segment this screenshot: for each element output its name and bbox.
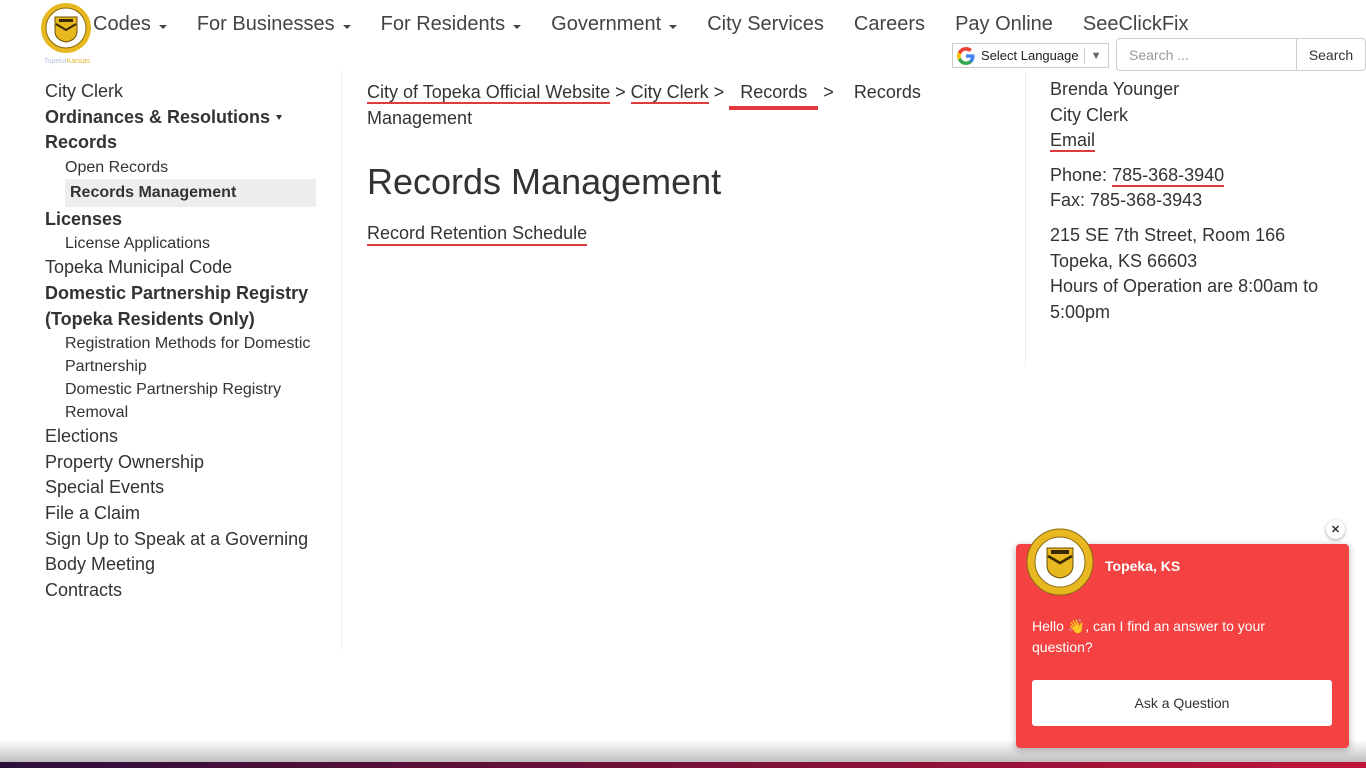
nav-government[interactable]: Government: [551, 13, 678, 36]
language-label: Select Language: [981, 48, 1079, 63]
caret-down-icon: [669, 24, 678, 29]
caret-down-icon: [513, 24, 522, 29]
sidebar-nav: City Clerk Ordinances & Resolutions Reco…: [45, 79, 320, 603]
breadcrumb-city-clerk[interactable]: City Clerk: [630, 82, 709, 104]
ask-a-question-button[interactable]: Ask a Question: [1032, 680, 1332, 726]
caret-down-icon: [158, 24, 167, 29]
main-nav: Codes For Businesses For Residents Gover…: [93, 13, 1218, 36]
sidebar-item-ordinances-resolutions[interactable]: Ordinances & Resolutions: [45, 105, 320, 131]
hours-of-operation: Hours of Operation are 8:00am to 5:00pm: [1050, 276, 1319, 322]
fax-number: 785-368-3943: [1090, 190, 1203, 211]
contact-divider: [1025, 70, 1026, 366]
page-title: Records Management: [367, 161, 722, 202]
search-form: Search: [1116, 38, 1366, 71]
sidebar-item-contracts[interactable]: Contracts: [45, 578, 320, 604]
phone-label: Phone:: [1050, 164, 1108, 185]
sidebar-divider: [341, 70, 342, 650]
nav-seeclickfix[interactable]: SeeClickFix: [1083, 13, 1189, 36]
contact-role: City Clerk: [1050, 104, 1129, 125]
chat-avatar-seal-icon: [1026, 528, 1094, 596]
chat-widget: Topeka, KS Hello 👋, can I find an answer…: [1016, 528, 1349, 748]
chat-close-icon[interactable]: ✕: [1326, 520, 1345, 539]
sidebar-item-sign-up-to-speak[interactable]: Sign Up to Speak at a Governing Body Mee…: [45, 527, 320, 578]
search-input[interactable]: [1117, 39, 1296, 70]
breadcrumb-separator: >: [823, 82, 834, 102]
sidebar-item-elections[interactable]: Elections: [45, 424, 320, 450]
sidebar-item-property-ownership[interactable]: Property Ownership: [45, 450, 320, 476]
sidebar-item-city-clerk[interactable]: City Clerk: [45, 79, 320, 105]
address-line1: 215 SE 7th Street, Room 166: [1050, 224, 1286, 245]
logo-caption: TopekaKansas: [44, 58, 90, 65]
divider: [1083, 47, 1085, 64]
nav-for-residents[interactable]: For Residents: [381, 13, 522, 36]
wave-emoji-icon: 👋: [1067, 618, 1086, 634]
sidebar-item-file-a-claim[interactable]: File a Claim: [45, 501, 320, 527]
contact-card: Brenda Younger City Clerk Email Phone: 7…: [1050, 77, 1350, 334]
phone-link[interactable]: 785-368-3940: [1112, 164, 1225, 187]
breadcrumb-separator: >: [713, 82, 725, 102]
breadcrumb-records[interactable]: Records: [729, 82, 819, 110]
language-select[interactable]: Select Language ▼: [952, 43, 1109, 68]
footer-band: [0, 762, 1366, 768]
city-seal-logo[interactable]: [40, 2, 92, 54]
caret-down-icon: [342, 24, 351, 29]
breadcrumb-home[interactable]: City of Topeka Official Website: [367, 82, 611, 104]
sidebar-item-registry-removal[interactable]: Domestic Partnership Registry Removal: [45, 378, 320, 424]
search-button[interactable]: Search: [1296, 39, 1365, 70]
sidebar-item-records[interactable]: Records: [45, 130, 320, 156]
fax-label: Fax:: [1050, 190, 1086, 211]
main-content: City of Topeka Official Website > City C…: [367, 79, 987, 246]
sidebar-item-records-management[interactable]: Records Management: [65, 178, 316, 207]
sidebar-item-registration-methods[interactable]: Registration Methods for Domestic Partne…: [45, 332, 320, 378]
chat-title: Topeka, KS: [1105, 558, 1181, 574]
sidebar-item-special-events[interactable]: Special Events: [45, 475, 320, 501]
google-icon: [957, 46, 975, 65]
record-retention-schedule-link[interactable]: Record Retention Schedule: [367, 222, 588, 246]
email-link[interactable]: Email: [1050, 130, 1096, 153]
contact-name: Brenda Younger: [1050, 79, 1180, 99]
sidebar-item-open-records[interactable]: Open Records: [45, 156, 320, 179]
nav-pay-online[interactable]: Pay Online: [955, 13, 1053, 36]
nav-for-businesses[interactable]: For Businesses: [197, 13, 351, 36]
chat-message: Hello 👋, can I find an answer to your qu…: [1032, 618, 1265, 655]
breadcrumb-separator: >: [615, 82, 626, 102]
address-line2: Topeka, KS 66603: [1050, 250, 1198, 271]
breadcrumb: City of Topeka Official Website > City C…: [367, 79, 987, 131]
caret-down-icon: [276, 115, 283, 121]
nav-codes[interactable]: Codes: [93, 13, 167, 36]
nav-careers[interactable]: Careers: [854, 13, 925, 36]
sidebar-item-domestic-partnership-registry[interactable]: Domestic Partnership Registry (Topeka Re…: [45, 281, 320, 332]
dropdown-arrow-icon: ▼: [1090, 49, 1102, 62]
sidebar-item-licenses[interactable]: Licenses: [45, 207, 320, 233]
sidebar-item-license-applications[interactable]: License Applications: [45, 232, 320, 255]
nav-city-services[interactable]: City Services: [707, 13, 824, 36]
sidebar-item-topeka-municipal-code[interactable]: Topeka Municipal Code: [45, 255, 320, 281]
